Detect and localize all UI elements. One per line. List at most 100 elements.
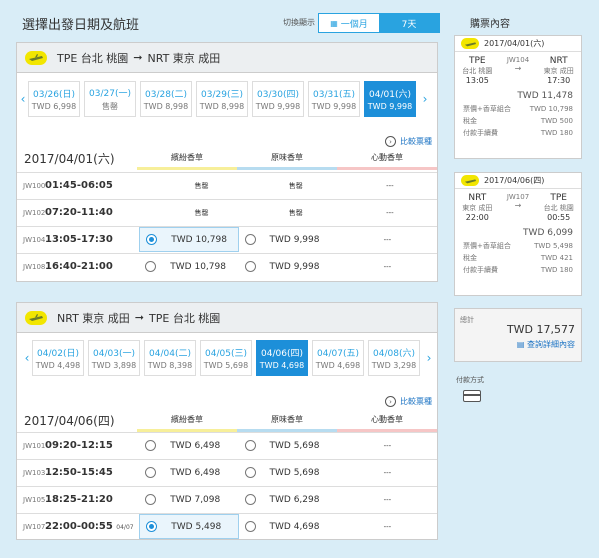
fare-option[interactable]: TWD 4,698 [239,514,338,539]
outbound-flight-list: JW100 01:45-06:05 售罄 售罄 --- JW102 07:20-11… [17,172,437,280]
flight-row: JW104 13:05-17:30 TWD 10,798 TWD 9,998 --… [17,226,437,252]
fare-option[interactable]: TWD 9,998 [239,254,338,279]
date-cell-selected[interactable]: 04/06(四) TWD 4,698 [256,340,308,376]
date-cell[interactable]: 04/07(五) TWD 4,698 [312,340,364,376]
radio-button[interactable] [244,494,256,505]
date-cell[interactable]: 04/08(六) TWD 3,298 [368,340,420,376]
date-cell[interactable]: 04/04(二) TWD 8,398 [144,340,196,376]
outbound-origin: TPE 台北 桃園 [57,51,129,65]
detail-link[interactable]: ▤ 查詢詳細內容 [455,339,581,350]
calendar-icon: ▦ [330,18,338,28]
fare-option[interactable]: TWD 6,498 [139,433,238,458]
fare-option: --- [386,181,394,190]
radio-button[interactable] [244,261,256,272]
view-toggle-label: 切換顯示 [283,18,315,27]
airline-logo-icon [461,175,479,186]
date-cell[interactable]: 03/26(日) TWD 6,998 [28,81,80,117]
fare-option: --- [383,468,392,477]
next-week-icon[interactable]: › [424,351,434,365]
fare-line: 票價+香草組合 TWD 10,798 [463,105,573,113]
fare-option: 售罄 [194,208,209,217]
leg-total: TWD 11,478 [517,91,573,101]
radio-button[interactable] [244,440,256,451]
summary-leg-inbound: 2017/04/06(四) NRT 東京 成田 22:00 JW107 → TPE 台北… [454,172,582,296]
fare-option[interactable]: TWD 9,998 [239,227,338,252]
fare-option: 售罄 [194,181,209,190]
fare-option[interactable]: TWD 6,498 [139,460,238,485]
summary-title: 購票內容 [470,19,510,30]
prev-week-icon[interactable]: ‹ [22,351,32,365]
date-cell[interactable]: 03/29(三) TWD 8,998 [196,81,248,117]
date-cell[interactable]: 03/27(一) 售罄 [84,81,136,117]
date-cell[interactable]: 03/31(五) TWD 9,998 [308,81,360,117]
inbound-class-headers: 繽紛香草 原味香草 心動香草 [137,414,437,432]
radio-button[interactable] [244,467,256,478]
list-icon: ▤ [516,340,525,349]
radio-button[interactable] [145,440,157,451]
fare-line: 付款手續費 TWD 180 [463,129,573,137]
next-week-icon[interactable]: › [420,92,430,106]
arrow-right-icon: ➞ [134,311,145,324]
date-cell[interactable]: 04/05(三) TWD 5,698 [200,340,252,376]
inbound-origin: NRT 東京 成田 [57,311,130,325]
radio-button[interactable] [145,261,157,272]
fare-option: --- [383,235,392,244]
summary-leg-outbound: 2017/04/01(六) TPE 台北 桃園 13:05 JW104 → NRT 東京… [454,35,582,159]
radio-button[interactable] [244,521,256,532]
outbound-route-header: TPE 台北 桃園 ➞ NRT 東京 成田 [17,43,437,73]
date-cell[interactable]: 04/02(日) TWD 4,498 [32,340,84,376]
date-cell[interactable]: 03/30(四) TWD 9,998 [252,81,304,117]
fare-option: --- [386,208,394,217]
radio-button[interactable] [146,234,158,245]
fare-option-selected[interactable]: TWD 10,798 [139,227,239,252]
fare-option[interactable]: TWD 5,698 [239,460,338,485]
payment-label: 付款方式 [456,376,484,384]
chevron-right-icon: › [385,396,396,407]
radio-button[interactable] [145,467,157,478]
leg-header: 2017/04/01(六) [455,36,581,52]
fare-option-selected[interactable]: TWD 5,498 [139,514,239,539]
arrow-right-icon: → [514,64,522,73]
chevron-right-icon: › [385,136,396,147]
fare-line: 票價+香草組合 TWD 5,498 [463,242,573,250]
fare-option: 售罄 [288,181,303,190]
flight-row: JW108 16:40-21:00 TWD 10,798 TWD 9,998 --… [17,253,437,279]
prev-week-icon[interactable]: ‹ [18,92,28,106]
flight-row: JW103 12:50-15:45 TWD 6,498 TWD 5,698 --- [17,459,437,485]
airline-logo-icon [25,310,47,325]
fare-option[interactable]: TWD 10,798 [139,254,238,279]
fare-line: 稅金 TWD 421 [463,254,573,262]
date-cell-selected[interactable]: 04/01(六) TWD 9,998 [364,81,416,117]
fare-option[interactable]: TWD 5,698 [239,433,338,458]
outbound-compare-link[interactable]: › 比較票種 [385,136,432,147]
fare-option[interactable]: TWD 7,098 [139,487,238,512]
radio-button[interactable] [145,494,157,505]
fare-option: --- [383,495,392,504]
inbound-destination: TPE 台北 桃園 [149,311,221,325]
date-cell[interactable]: 04/03(一) TWD 3,898 [88,340,140,376]
date-cell[interactable]: 03/28(二) TWD 8,998 [140,81,192,117]
toggle-month-button[interactable]: ▦ 一個月 [319,14,379,32]
fare-option: --- [383,441,392,450]
inbound-flight-list: JW101 09:20-12:15 TWD 6,498 TWD 5,698 ---… [17,432,437,540]
flight-row: JW105 18:25-21:20 TWD 7,098 TWD 6,298 --- [17,486,437,512]
flight-row: JW101 09:20-12:15 TWD 6,498 TWD 5,698 --- [17,432,437,458]
radio-button[interactable] [146,521,158,532]
fare-line: 稅金 TWD 500 [463,117,573,125]
toggle-week-button[interactable]: 7天 [379,14,439,32]
inbound-compare-link[interactable]: › 比較票種 [385,396,432,407]
arrow-right-icon: ➞ [133,51,143,64]
flight-row: JW107 22:00-00:55 04/07 TWD 5,498 TWD 4,6… [17,513,437,539]
summary-total-box: 總計 TWD 17,577 ▤ 查詢詳細內容 [454,308,582,362]
leg-header: 2017/04/06(四) [455,173,581,189]
fare-option: 售罄 [288,208,303,217]
flight-row: JW102 07:20-11:40 售罄 售罄 --- [17,199,437,225]
airline-logo-icon [461,38,479,49]
radio-button[interactable] [244,234,256,245]
flight-row: JW100 01:45-06:05 售罄 售罄 --- [17,172,437,198]
fare-option[interactable]: TWD 6,298 [239,487,338,512]
leg-total: TWD 6,099 [523,228,573,238]
leg-route: NRT 東京 成田 22:00 JW107 → TPE 台北 桃園 00:55 [462,193,574,222]
inbound-route-header: NRT 東京 成田 ➞ TPE 台北 桃園 [17,303,437,333]
fare-option: --- [383,522,392,531]
